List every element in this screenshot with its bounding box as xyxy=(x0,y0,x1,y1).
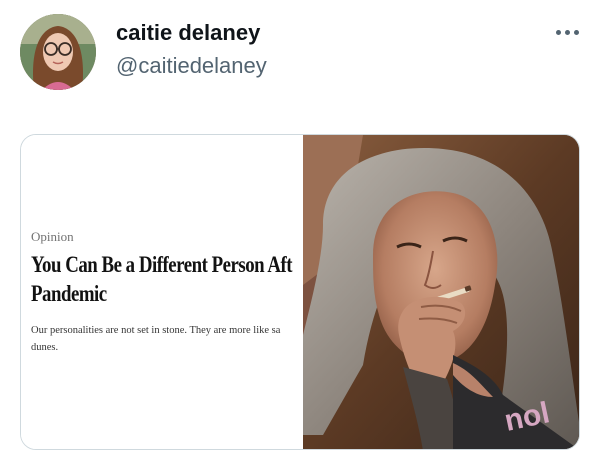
article-summary-line: dunes. xyxy=(31,342,59,353)
author-display-name[interactable]: caitie delaney xyxy=(116,20,260,46)
article-screenshot: Opinion You Can Be a Different Person Af… xyxy=(21,135,303,449)
article-headline-line: You Can Be a Different Person Aft xyxy=(31,252,293,277)
photo-illustration: nol xyxy=(303,135,579,449)
more-options-button[interactable] xyxy=(552,20,582,44)
more-horizontal-icon xyxy=(555,29,561,35)
more-horizontal-icon xyxy=(573,29,579,35)
avatar-image xyxy=(20,14,96,90)
author-handle[interactable]: @caitiedelaney xyxy=(116,53,267,79)
tweet-media-card[interactable]: Opinion You Can Be a Different Person Af… xyxy=(20,134,580,450)
article-headline-line: Pandemic xyxy=(31,281,107,306)
avatar[interactable] xyxy=(20,14,96,90)
article-headline: You Can Be a Different Person Aft Pandem… xyxy=(31,250,302,308)
tweet-header: caitie delaney @caitiedelaney xyxy=(0,0,599,110)
more-horizontal-icon xyxy=(564,29,570,35)
woman-smoking-photo: nol xyxy=(303,135,579,449)
article-summary-line: Our personalities are not set in stone. … xyxy=(31,325,281,336)
article-summary: Our personalities are not set in stone. … xyxy=(31,322,303,356)
article-section-label: Opinion xyxy=(31,229,74,244)
